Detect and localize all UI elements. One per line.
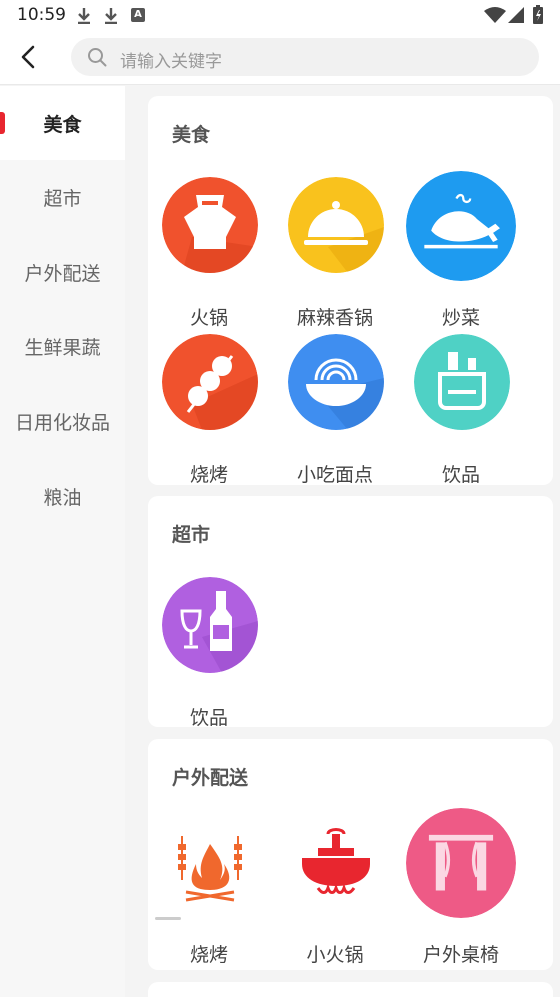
section-title: 超市 bbox=[172, 524, 211, 546]
sidebar-item-daily-cosmetics[interactable]: 日用化妆品 bbox=[0, 384, 125, 458]
section-title: 户外配送 bbox=[172, 767, 249, 789]
sidebar-item-food[interactable]: 美食 bbox=[0, 86, 125, 160]
dish-cover-icon bbox=[288, 177, 384, 273]
status-bar: 10:59 A bbox=[0, 0, 560, 30]
section-card-next bbox=[148, 982, 553, 997]
search-input[interactable]: 请输入关键字 bbox=[71, 38, 539, 76]
category-item-bbq[interactable]: 烧烤 bbox=[148, 334, 270, 486]
category-item-label: 户外桌椅 bbox=[422, 944, 499, 966]
category-content: 美食 火锅 麻辣香锅 炒菜 烧烤 小吃面点 饮品 超市 饮品 户外配送 烧烤 小… bbox=[125, 86, 560, 997]
download-icon bbox=[105, 8, 117, 24]
sidebar-item-label: 粮油 bbox=[43, 486, 82, 509]
small-hotpot-icon bbox=[288, 814, 384, 910]
sidebar-item-label: 超市 bbox=[43, 187, 82, 210]
wifi-icon bbox=[484, 7, 506, 23]
hotpot-icon bbox=[162, 177, 258, 273]
category-item-label: 烧烤 bbox=[189, 944, 228, 966]
sidebar-item-outdoor-delivery[interactable]: 户外配送 bbox=[0, 235, 125, 309]
signal-icon bbox=[508, 7, 524, 23]
skewer-icon bbox=[162, 334, 258, 430]
category-item-label: 小吃面点 bbox=[296, 464, 373, 486]
notification-icon: A bbox=[131, 8, 145, 22]
download-icon bbox=[78, 8, 90, 24]
drinks-icon bbox=[414, 334, 510, 430]
sidebar-item-label: 户外配送 bbox=[24, 262, 101, 285]
gate-icon bbox=[406, 808, 516, 918]
category-item-bbq[interactable]: 烧烤 bbox=[148, 814, 270, 966]
section-card-supermarket: 超市 饮品 bbox=[148, 496, 553, 729]
category-item-label: 麻辣香锅 bbox=[296, 307, 373, 329]
back-arrow-icon[interactable] bbox=[12, 40, 46, 74]
category-item-drinks[interactable]: 饮品 bbox=[400, 334, 522, 486]
category-item-label: 小火锅 bbox=[306, 944, 364, 966]
search-icon bbox=[88, 48, 107, 67]
category-item-stir-fry[interactable]: 炒菜 bbox=[400, 171, 522, 329]
wine-icon bbox=[162, 577, 258, 673]
category-item-label: 饮品 bbox=[189, 707, 228, 729]
roast-meat-icon bbox=[406, 171, 516, 281]
top-bar: 请输入关键字 bbox=[0, 30, 560, 85]
scroll-indicator bbox=[155, 917, 181, 920]
category-item-label: 火锅 bbox=[189, 307, 228, 329]
sidebar-item-label: 日用化妆品 bbox=[14, 411, 110, 434]
category-item-label: 炒菜 bbox=[441, 307, 480, 329]
sidebar-item-label: 生鲜果蔬 bbox=[24, 336, 101, 359]
category-item-label: 烧烤 bbox=[189, 464, 228, 486]
status-time: 10:59 bbox=[17, 5, 66, 25]
section-card-food: 美食 火锅 麻辣香锅 炒菜 烧烤 小吃面点 饮品 bbox=[148, 96, 553, 486]
sidebar-item-supermarket[interactable]: 超市 bbox=[0, 160, 125, 234]
sidebar-item-label: 美食 bbox=[43, 113, 82, 136]
campfire-bbq-icon bbox=[162, 814, 258, 910]
category-item-snacks[interactable]: 小吃面点 bbox=[274, 334, 396, 486]
search-placeholder: 请输入关键字 bbox=[120, 52, 222, 72]
sidebar-item-grain-oil[interactable]: 粮油 bbox=[0, 459, 125, 533]
sidebar-item-fresh-produce[interactable]: 生鲜果蔬 bbox=[0, 309, 125, 383]
category-item-hotpot[interactable]: 火锅 bbox=[148, 177, 270, 329]
section-card-outdoor-delivery: 户外配送 烧烤 小火锅 户外桌椅 bbox=[148, 739, 553, 970]
category-item-label: 饮品 bbox=[441, 464, 480, 486]
category-sidebar: 美食 超市 户外配送 生鲜果蔬 日用化妆品 粮油 bbox=[0, 86, 125, 997]
battery-icon bbox=[533, 5, 543, 24]
active-indicator bbox=[0, 112, 5, 134]
section-title: 美食 bbox=[172, 124, 211, 146]
category-item-drinks[interactable]: 饮品 bbox=[148, 577, 270, 729]
category-item-small-hotpot[interactable]: 小火锅 bbox=[274, 814, 396, 966]
category-item-spicy-pot[interactable]: 麻辣香锅 bbox=[274, 177, 396, 329]
category-item-outdoor-furniture[interactable]: 户外桌椅 bbox=[400, 808, 522, 966]
noodle-bowl-icon bbox=[288, 334, 384, 430]
